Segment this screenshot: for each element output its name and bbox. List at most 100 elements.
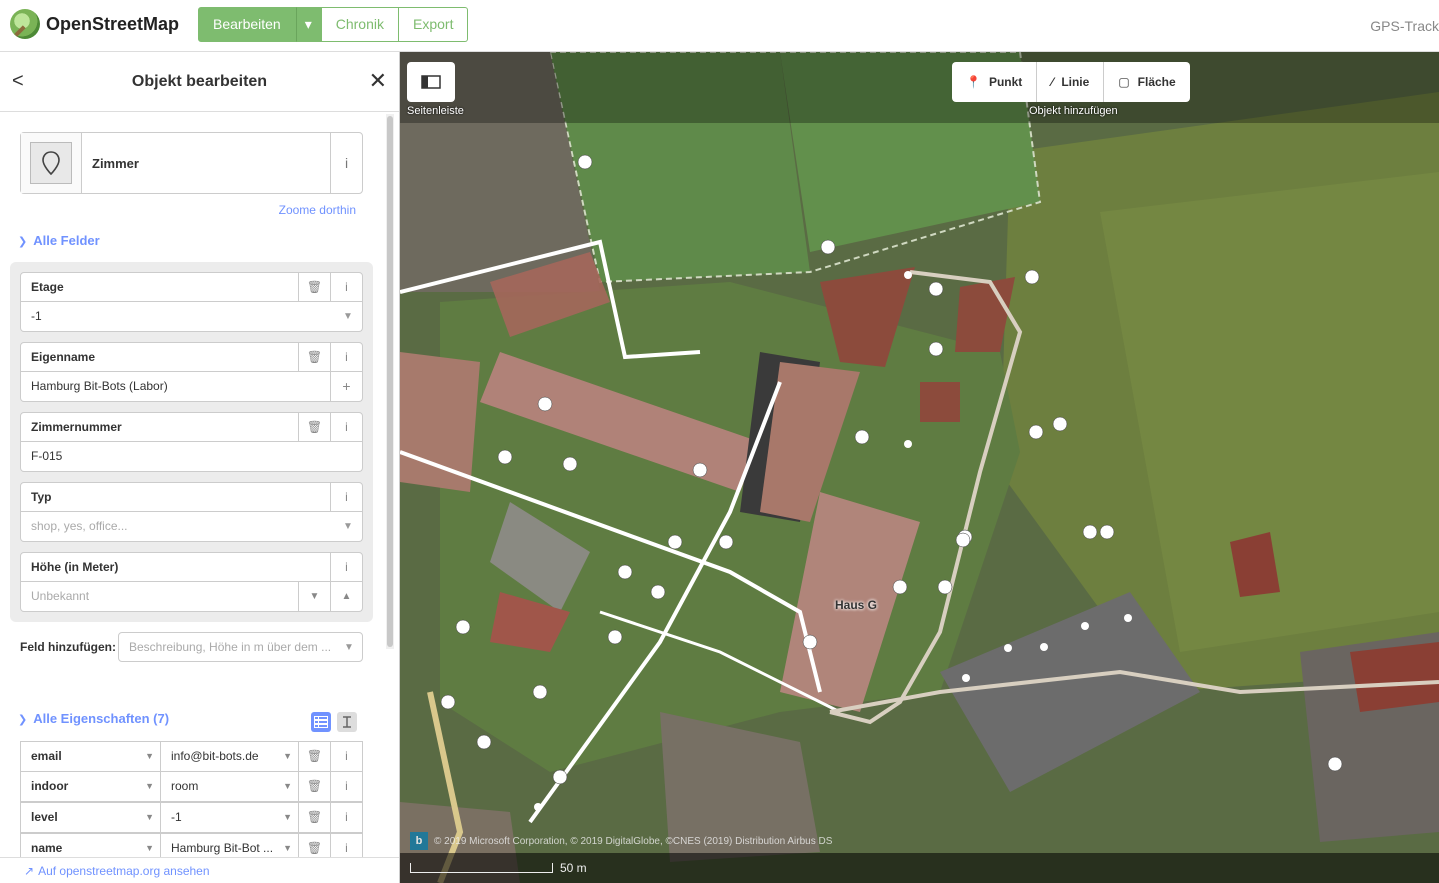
trash-icon[interactable]: 🗑 bbox=[298, 772, 330, 801]
room-area-icon bbox=[30, 142, 72, 184]
field-name: Eigenname 🗑 i Hamburg Bit-Bots (Labor) + bbox=[20, 342, 363, 402]
sidebar: < Objekt bearbeiten ✕ Zimmer i Zoome dor… bbox=[0, 52, 400, 883]
line-icon: ⁄ bbox=[1051, 75, 1054, 89]
field-level-label: Etage bbox=[31, 280, 64, 294]
tag-key-input[interactable]: level ▼ bbox=[21, 803, 161, 832]
field-height: Höhe (in Meter) i Unbekannt ▼ ▲ bbox=[20, 552, 363, 612]
height-input[interactable]: Unbekannt bbox=[21, 582, 298, 611]
add-localized-name-icon[interactable]: + bbox=[330, 372, 362, 401]
osm-logo[interactable]: OpenStreetMap bbox=[10, 9, 179, 39]
osm-logo-icon bbox=[10, 9, 40, 39]
tag-key-input[interactable]: indoor ▼ bbox=[21, 772, 161, 801]
area-icon: ▢ bbox=[1118, 75, 1130, 89]
trash-icon[interactable]: 🗑 bbox=[298, 273, 330, 301]
trash-icon[interactable]: 🗑 bbox=[298, 413, 330, 441]
scale-bar: 50 m bbox=[400, 853, 1439, 883]
add-field-row: Feld hinzufügen: Beschreibung, Höhe in m… bbox=[20, 632, 363, 662]
field-name-label: Eigenname bbox=[31, 350, 96, 364]
preset-info-icon[interactable]: i bbox=[330, 133, 362, 193]
edit-button[interactable]: Bearbeiten bbox=[198, 7, 296, 42]
add-field-label: Feld hinzufügen: bbox=[20, 640, 116, 654]
tag-key-input[interactable]: email ▼ bbox=[21, 742, 161, 771]
point-icon: 📍 bbox=[966, 75, 981, 89]
scrollbar-thumb[interactable] bbox=[387, 116, 393, 647]
preset-name: Zimmer bbox=[92, 155, 139, 171]
sidebar-header: < Objekt bearbeiten ✕ bbox=[0, 52, 399, 112]
view-on-osm-label: Auf openstreetmap.org ansehen bbox=[38, 864, 210, 878]
close-icon[interactable]: ✕ bbox=[369, 68, 387, 94]
info-icon[interactable]: i bbox=[330, 343, 362, 371]
room-number-input[interactable]: F-015 bbox=[21, 442, 362, 471]
map-canvas[interactable]: Seitenleiste 📍 Punkt ⁄ Linie ▢ Fläche Objek… bbox=[400, 52, 1439, 883]
view-on-osm-link[interactable]: ↗ Auf openstreetmap.org ansehen bbox=[0, 857, 399, 883]
external-link-icon: ↗ bbox=[24, 864, 35, 878]
app-name: OpenStreetMap bbox=[46, 13, 180, 34]
trash-icon[interactable]: 🗑 bbox=[298, 803, 330, 832]
imagery-attribution: b © 2019 Microsoft Corporation, © 2019 D… bbox=[410, 831, 832, 851]
zoom-to-link[interactable]: Zoome dorthin bbox=[279, 203, 356, 217]
level-input[interactable]: -1 bbox=[21, 302, 334, 331]
field-type: Typ i shop, yes, office... ▼ bbox=[20, 482, 363, 542]
sidebar-toggle-icon bbox=[421, 75, 441, 89]
add-area-button[interactable]: ▢ Fläche bbox=[1104, 62, 1189, 102]
add-line-button[interactable]: ⁄ Linie bbox=[1037, 62, 1105, 102]
add-field-input[interactable]: Beschreibung, Höhe in m über dem ... ▼ bbox=[118, 632, 363, 662]
field-level: Etage 🗑 i -1 ▼ bbox=[20, 272, 363, 332]
gps-traces-link[interactable]: GPS-Track bbox=[1370, 18, 1439, 34]
info-icon[interactable]: i bbox=[330, 413, 362, 441]
type-input[interactable]: shop, yes, office... bbox=[21, 512, 334, 541]
scale-bar-label: 50 m bbox=[560, 861, 587, 875]
info-icon[interactable]: i bbox=[330, 553, 362, 581]
map-toolbar bbox=[400, 52, 1439, 123]
name-input[interactable]: Hamburg Bit-Bots (Labor) bbox=[21, 372, 330, 401]
info-icon[interactable]: i bbox=[330, 483, 362, 511]
info-icon[interactable]: i bbox=[330, 772, 362, 801]
all-tags-label: Alle Eigenschaften (7) bbox=[33, 711, 170, 726]
add-feature-caption: Objekt hinzufügen bbox=[1029, 105, 1118, 117]
info-icon[interactable]: i bbox=[330, 803, 362, 832]
combo-caret-icon[interactable]: ▼ bbox=[334, 302, 362, 331]
all-tags-toggle[interactable]: ❯ Alle Eigenschaften (7) bbox=[18, 711, 169, 726]
tag-row: email ▼ info@bit-bots.de ▼ 🗑 i bbox=[20, 741, 363, 772]
chevron-down-icon: ❯ bbox=[18, 714, 28, 726]
combo-caret-icon[interactable]: ▼ bbox=[334, 512, 362, 541]
tag-value-input[interactable]: info@bit-bots.de ▼ bbox=[161, 742, 298, 771]
tag-value-input[interactable]: room ▼ bbox=[161, 772, 298, 801]
preset-selector[interactable]: Zimmer i bbox=[20, 132, 363, 194]
text-view-icon[interactable] bbox=[337, 712, 357, 732]
info-icon[interactable]: i bbox=[330, 742, 362, 771]
sidebar-title: Objekt bearbeiten bbox=[131, 73, 268, 90]
trash-icon[interactable]: 🗑 bbox=[298, 343, 330, 371]
field-room-number-label: Zimmernummer bbox=[31, 420, 122, 434]
all-fields-toggle[interactable]: ❯ Alle Felder bbox=[18, 233, 100, 248]
history-button[interactable]: Chronik bbox=[320, 7, 399, 42]
info-icon[interactable]: i bbox=[330, 273, 362, 301]
field-room-number: Zimmernummer 🗑 i F-015 bbox=[20, 412, 363, 472]
increment-icon[interactable]: ▲ bbox=[330, 582, 362, 611]
edit-dropdown-button[interactable]: ▾ bbox=[295, 7, 321, 42]
tag-row: indoor ▼ room ▼ 🗑 i bbox=[20, 771, 363, 802]
scale-bar-line bbox=[410, 863, 553, 873]
building-label: Haus G bbox=[835, 598, 878, 612]
sidebar-toggle-button[interactable] bbox=[407, 62, 455, 102]
tag-value-input[interactable]: -1 ▼ bbox=[161, 803, 298, 832]
top-bar: OpenStreetMap Bearbeiten ▾ Chronik Expor… bbox=[0, 0, 1439, 52]
add-field-placeholder: Beschreibung, Höhe in m über dem ... bbox=[129, 640, 332, 654]
tag-row: level ▼ -1 ▼ 🗑 i bbox=[20, 802, 363, 833]
all-fields-label: Alle Felder bbox=[33, 233, 100, 248]
sidebar-toggle-label: Seitenleiste bbox=[407, 105, 464, 117]
field-height-label: Höhe (in Meter) bbox=[31, 560, 119, 574]
decrement-icon[interactable]: ▼ bbox=[298, 582, 330, 611]
bing-logo-icon[interactable]: b bbox=[410, 832, 428, 850]
preset-icon-box bbox=[21, 133, 82, 193]
chevron-down-icon: ❯ bbox=[18, 236, 28, 248]
trash-icon[interactable]: 🗑 bbox=[298, 742, 330, 771]
add-point-button[interactable]: 📍 Punkt bbox=[952, 62, 1038, 102]
field-type-label: Typ bbox=[31, 490, 52, 504]
list-view-icon[interactable] bbox=[311, 712, 331, 732]
add-mode-bar: 📍 Punkt ⁄ Linie ▢ Fläche bbox=[952, 62, 1190, 102]
export-button[interactable]: Export bbox=[399, 7, 469, 42]
aerial-imagery bbox=[400, 52, 1439, 883]
attribution-text: © 2019 Microsoft Corporation, © 2019 Dig… bbox=[434, 835, 833, 847]
combo-caret-icon[interactable]: ▼ bbox=[336, 642, 362, 653]
